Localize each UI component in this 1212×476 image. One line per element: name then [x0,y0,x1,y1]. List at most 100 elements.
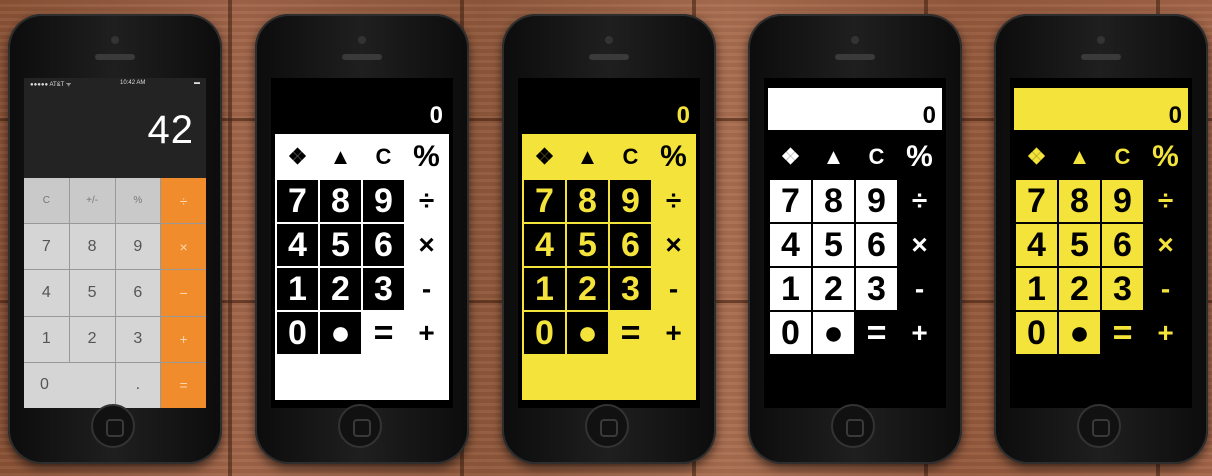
up-key[interactable]: ▲ [567,136,608,178]
key-1[interactable]: 1 [770,268,811,310]
equals-key[interactable]: = [1102,312,1143,354]
key-2[interactable]: 2 [320,268,361,310]
minus-key[interactable]: − [161,270,206,316]
key-0[interactable]: 0 [277,312,318,354]
key-0[interactable]: 0 [24,362,115,408]
key-4[interactable]: 4 [277,224,318,266]
home-button[interactable] [1077,404,1121,448]
home-button[interactable] [831,404,875,448]
key-9[interactable]: 9 [1102,180,1143,222]
key-4[interactable]: 4 [524,224,565,266]
key-5[interactable]: 5 [69,270,115,316]
key-7[interactable]: 7 [1016,180,1057,222]
key-7[interactable]: 7 [24,224,69,270]
divide-key[interactable]: ÷ [653,180,694,222]
key-6[interactable]: 6 [363,224,404,266]
up-key[interactable]: ▲ [813,136,854,178]
key-6[interactable]: 6 [610,224,651,266]
key-5[interactable]: 5 [813,224,854,266]
divide-key[interactable]: ÷ [1145,180,1186,222]
key-4[interactable]: 4 [770,224,811,266]
key-7[interactable]: 7 [524,180,565,222]
key-8[interactable]: 8 [320,180,361,222]
menu-key[interactable]: ❖ [1016,136,1057,178]
key-1[interactable]: 1 [24,316,69,362]
key-2[interactable]: 2 [1059,268,1100,310]
percent-key[interactable]: % [899,136,940,178]
key-2[interactable]: 2 [69,316,115,362]
key-0[interactable]: 0 [770,312,811,354]
key-7[interactable]: 7 [277,180,318,222]
decimal-key[interactable]: ● [813,312,854,354]
key-3[interactable]: 3 [1102,268,1143,310]
multiply-key[interactable]: × [1145,224,1186,266]
key-6[interactable]: 6 [115,270,161,316]
menu-key[interactable]: ❖ [277,136,318,178]
percent-key[interactable]: % [1145,136,1186,178]
divide-key[interactable]: ÷ [899,180,940,222]
minus-key[interactable]: - [406,268,447,310]
plus-key[interactable]: + [161,316,206,362]
minus-key[interactable]: - [899,268,940,310]
home-button[interactable] [91,404,135,448]
minus-key[interactable]: - [1145,268,1186,310]
sign-key[interactable]: +/- [69,178,115,224]
equals-key[interactable]: = [363,312,404,354]
key-4[interactable]: 4 [1016,224,1057,266]
key-9[interactable]: 9 [856,180,897,222]
home-button[interactable] [585,404,629,448]
key-8[interactable]: 8 [69,224,115,270]
minus-key[interactable]: - [653,268,694,310]
clear-key[interactable]: C [363,136,404,178]
decimal-key[interactable]: . [115,362,161,408]
menu-key[interactable]: ❖ [770,136,811,178]
clear-key[interactable]: C [610,136,651,178]
key-5[interactable]: 5 [567,224,608,266]
decimal-key[interactable]: ● [567,312,608,354]
decimal-key[interactable]: ● [1059,312,1100,354]
multiply-key[interactable]: × [653,224,694,266]
key-9[interactable]: 9 [610,180,651,222]
plus-key[interactable]: + [406,312,447,354]
multiply-key[interactable]: × [406,224,447,266]
key-2[interactable]: 2 [567,268,608,310]
percent-key[interactable]: % [406,136,447,178]
key-5[interactable]: 5 [1059,224,1100,266]
key-3[interactable]: 3 [856,268,897,310]
clear-key[interactable]: C [24,178,69,224]
key-1[interactable]: 1 [1016,268,1057,310]
key-1[interactable]: 1 [277,268,318,310]
key-4[interactable]: 4 [24,270,69,316]
clear-key[interactable]: C [1102,136,1143,178]
key-0[interactable]: 0 [524,312,565,354]
key-9[interactable]: 9 [363,180,404,222]
key-9[interactable]: 9 [115,224,161,270]
menu-key[interactable]: ❖ [524,136,565,178]
key-8[interactable]: 8 [567,180,608,222]
key-6[interactable]: 6 [856,224,897,266]
plus-key[interactable]: + [1145,312,1186,354]
percent-key[interactable]: % [653,136,694,178]
home-button[interactable] [338,404,382,448]
equals-key[interactable]: = [610,312,651,354]
key-3[interactable]: 3 [363,268,404,310]
key-8[interactable]: 8 [813,180,854,222]
key-7[interactable]: 7 [770,180,811,222]
equals-key[interactable]: = [161,362,206,408]
decimal-key[interactable]: ● [320,312,361,354]
key-3[interactable]: 3 [115,316,161,362]
plus-key[interactable]: + [899,312,940,354]
percent-key[interactable]: % [115,178,161,224]
key-2[interactable]: 2 [813,268,854,310]
divide-key[interactable]: ÷ [161,178,206,224]
key-3[interactable]: 3 [610,268,651,310]
up-key[interactable]: ▲ [1059,136,1100,178]
key-0[interactable]: 0 [1016,312,1057,354]
divide-key[interactable]: ÷ [406,180,447,222]
key-5[interactable]: 5 [320,224,361,266]
key-1[interactable]: 1 [524,268,565,310]
clear-key[interactable]: C [856,136,897,178]
key-6[interactable]: 6 [1102,224,1143,266]
multiply-key[interactable]: × [899,224,940,266]
plus-key[interactable]: + [653,312,694,354]
